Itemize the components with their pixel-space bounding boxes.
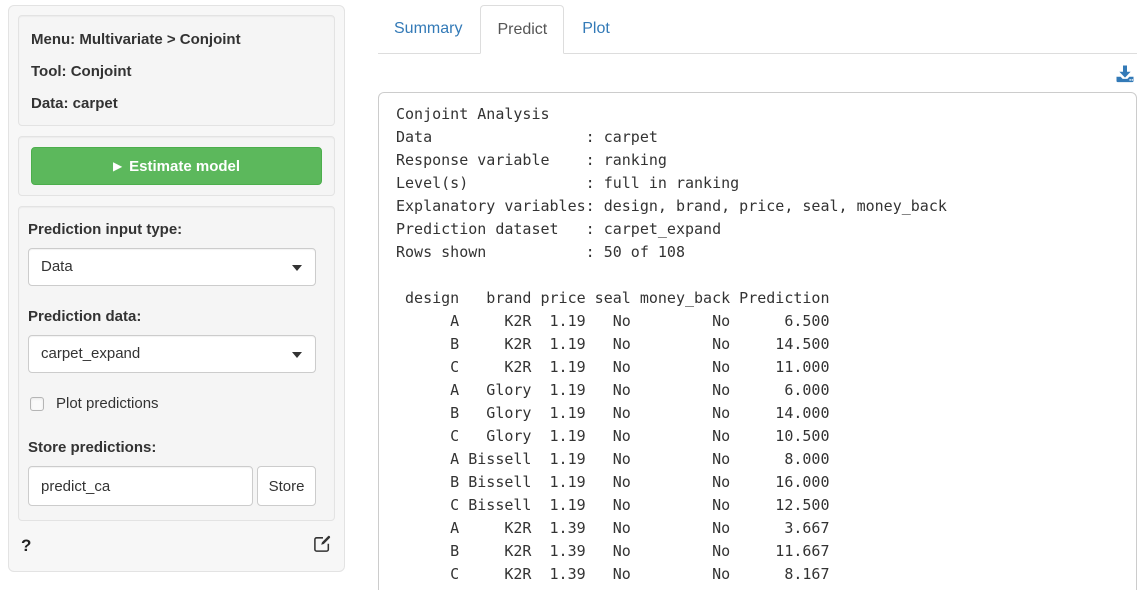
- sidebar: Menu: Multivariate > Conjoint Tool: Conj…: [8, 5, 345, 572]
- caret-down-icon: [292, 265, 302, 271]
- prediction-data-label: Prediction data:: [28, 308, 316, 325]
- plot-predictions-checkbox[interactable]: [30, 397, 44, 411]
- main-panel: Summary Predict Plot Conjoint Analysis D…: [378, 5, 1137, 590]
- download-icon[interactable]: [1115, 64, 1135, 84]
- prediction-input-type-label: Prediction input type:: [28, 221, 316, 238]
- prediction-input-type-select[interactable]: Data: [28, 248, 316, 286]
- help-icon[interactable]: ?: [21, 536, 31, 556]
- tab-plot-label[interactable]: Plot: [566, 5, 626, 52]
- tool-name: Tool: Conjoint: [31, 62, 322, 81]
- prediction-data-value: carpet_expand: [41, 345, 140, 362]
- predict-output-box: Conjoint Analysis Data : carpet Response…: [378, 92, 1137, 590]
- predict-output: Conjoint Analysis Data : carpet Response…: [396, 103, 1119, 586]
- app-root: Menu: Multivariate > Conjoint Tool: Conj…: [0, 0, 1143, 590]
- tab-plot[interactable]: Plot: [566, 5, 626, 54]
- store-button[interactable]: Store: [257, 466, 316, 506]
- edit-report-icon[interactable]: [313, 534, 332, 558]
- tab-summary-label[interactable]: Summary: [378, 5, 478, 52]
- plot-predictions-row: Plot predictions: [30, 395, 316, 412]
- caret-down-icon: [292, 352, 302, 358]
- tab-predict[interactable]: Predict: [480, 5, 564, 54]
- prediction-input-type-value: Data: [41, 258, 73, 275]
- context-info-panel: Menu: Multivariate > Conjoint Tool: Conj…: [18, 15, 335, 126]
- play-icon: ▶: [113, 159, 122, 173]
- sidebar-footer: ?: [18, 531, 335, 558]
- tab-bar: Summary Predict Plot: [378, 5, 1137, 54]
- store-predictions-label: Store predictions:: [28, 439, 316, 456]
- plot-predictions-label: Plot predictions: [56, 395, 159, 412]
- tab-summary[interactable]: Summary: [378, 5, 478, 54]
- estimate-model-button[interactable]: ▶ Estimate model: [31, 147, 322, 185]
- prediction-data-select[interactable]: carpet_expand: [28, 335, 316, 373]
- store-predictions-input[interactable]: [28, 466, 253, 506]
- estimate-panel: ▶ Estimate model: [18, 136, 335, 196]
- store-predictions-row: Store: [28, 466, 316, 506]
- prediction-panel: Prediction input type: Data Prediction d…: [18, 206, 335, 521]
- toolbar-row: [378, 54, 1137, 92]
- estimate-model-label: Estimate model: [129, 158, 240, 175]
- dataset-name: Data: carpet: [31, 94, 322, 113]
- tab-predict-label[interactable]: Predict: [480, 5, 564, 54]
- menu-breadcrumb: Menu: Multivariate > Conjoint: [31, 30, 322, 49]
